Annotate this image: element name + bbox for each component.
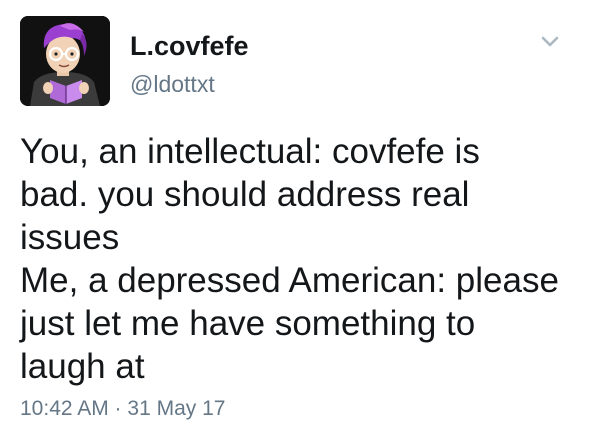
display-name[interactable]: L.covfefe <box>130 30 249 62</box>
user-handle[interactable]: @ldottxt <box>130 70 215 98</box>
cartoon-avatar-reading-book-icon <box>20 16 110 106</box>
tweet-timestamp[interactable]: 10:42 AM · 31 May 17 <box>20 396 225 422</box>
tweet-text: You, an intellectual: covfefe is bad. yo… <box>20 132 559 386</box>
tweet-menu-button[interactable] <box>536 30 564 54</box>
avatar[interactable] <box>20 16 110 106</box>
chevron-down-icon <box>541 36 559 47</box>
tweet-card: L.covfefe @ldottxt You, an intellectual:… <box>0 0 600 445</box>
